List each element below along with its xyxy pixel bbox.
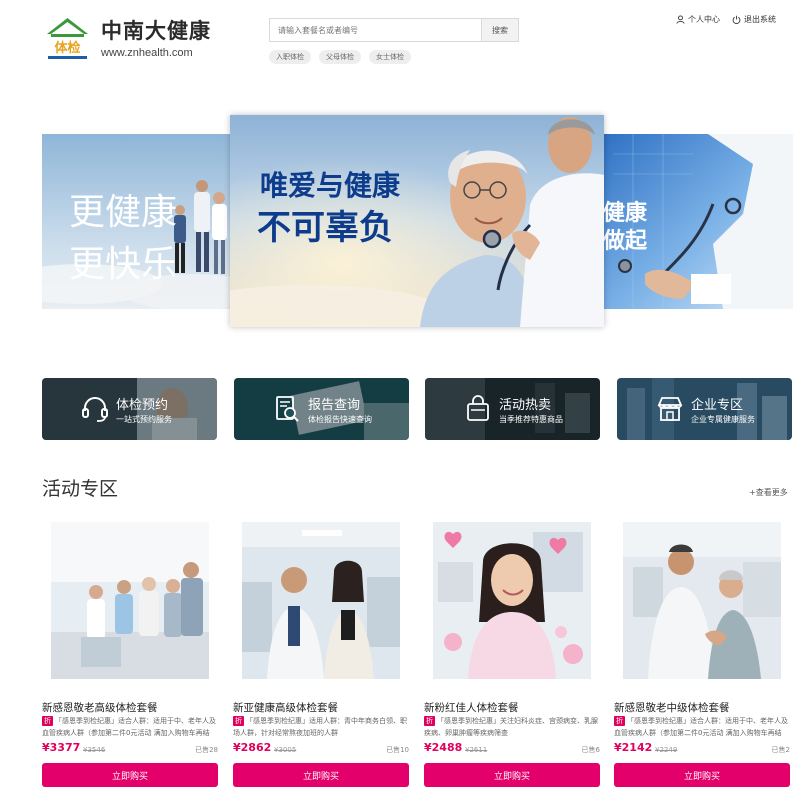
- profile-link[interactable]: 个人中心: [676, 14, 720, 25]
- product-sold-count: 已售10: [386, 746, 409, 754]
- product-price: ¥3377: [42, 741, 81, 754]
- service-subtitle: 当季推荐特惠商品: [499, 415, 563, 424]
- brand: 中南大健康 www.znhealth.com: [101, 16, 211, 59]
- banner-slide-left[interactable]: 更健康 更快乐: [42, 134, 232, 309]
- user-icon: [676, 15, 685, 24]
- service-card-hot-sale[interactable]: 活动热卖 当季推荐特惠商品: [425, 378, 600, 440]
- product-image[interactable]: [623, 522, 781, 679]
- banner-main-line1: 唯爱与健康: [260, 169, 401, 202]
- product-sold-count: 已售6: [581, 746, 600, 754]
- brand-url: www.znhealth.com: [101, 47, 193, 59]
- banner-right-line1: 健康: [603, 200, 648, 226]
- buy-now-button[interactable]: 立即购买: [42, 763, 218, 787]
- product-price: ¥2488: [424, 741, 463, 754]
- buy-now-button[interactable]: 立即购买: [233, 763, 409, 787]
- product-name[interactable]: 新感恩敬老中级体检套餐: [614, 700, 730, 715]
- service-subtitle: 一站式预约服务: [116, 415, 172, 424]
- power-icon: [732, 15, 741, 24]
- logout-link-label: 退出系统: [744, 15, 776, 24]
- discount-badge: 折: [42, 716, 53, 726]
- product-sold-count: 已售28: [195, 746, 218, 754]
- user-links: 个人中心 退出系统: [676, 14, 776, 25]
- search-bar: 搜索: [269, 18, 519, 42]
- product-image[interactable]: [433, 522, 591, 679]
- product-desc-text: 「感恩季到检纪惠」关注妇科炎症、宫颈病变、乳腺疾病、卵巢肿瘤等疾病筛查: [424, 717, 598, 737]
- service-title: 报告查询: [308, 398, 361, 413]
- banner-left-line1: 更健康: [69, 192, 177, 233]
- product-desc-text: 「感恩季到检纪惠」适合人群：适用于中、老年人及血管疾病人群（参加第二件0元活动 …: [614, 717, 788, 737]
- product-original-price: ¥2249: [655, 746, 678, 754]
- brand-name: 中南大健康: [101, 19, 211, 43]
- service-subtitle: 企业专属健康服务: [691, 415, 755, 424]
- profile-link-label: 个人中心: [688, 15, 720, 24]
- banner-left-line2: 更快乐: [69, 244, 177, 285]
- banner-main-line2: 不可辜负: [257, 208, 393, 248]
- product-desc: 折「感恩季到检纪惠」关注妇科炎症、宫颈病变、乳腺疾病、卵巢肿瘤等疾病筛查: [424, 715, 600, 739]
- banner-slide-right[interactable]: 健康 做起: [603, 134, 793, 309]
- product-price: ¥2142: [614, 741, 653, 754]
- headset-icon: [82, 397, 108, 422]
- service-title: 体检预约: [116, 398, 169, 413]
- service-card-enterprise[interactable]: 企业专区 企业专属健康服务: [617, 378, 792, 440]
- view-more-link[interactable]: +查看更多: [749, 487, 788, 498]
- shopping-bag-icon: [467, 395, 489, 421]
- service-subtitle: 体检报告快速查询: [308, 415, 372, 424]
- discount-badge: 折: [233, 716, 244, 726]
- product-original-price: ¥3546: [83, 746, 106, 754]
- hot-tags: 入职体检 父母体检 女士体检: [269, 50, 411, 64]
- product-original-price: ¥2611: [465, 746, 488, 754]
- buy-now-button[interactable]: 立即购买: [614, 763, 790, 787]
- service-card-booking[interactable]: 体检预约 一站式预约服务: [42, 378, 217, 440]
- product-desc: 折「感恩季到检纪惠」适合人群：适用于中、老年人及血管疾病人群（参加第二件0元活动…: [614, 715, 790, 739]
- report-search-icon: [276, 396, 299, 422]
- product-name[interactable]: 新感恩敬老高级体检套餐: [42, 700, 158, 715]
- banner-carousel: 更健康 更快乐 健康 做起 唯爱与健康 不可辜负: [0, 115, 801, 330]
- product-name[interactable]: 新粉红佳人体检套餐: [424, 700, 519, 715]
- buy-now-button[interactable]: 立即购买: [424, 763, 600, 787]
- banner-right-line2: 做起: [603, 228, 648, 254]
- search-input[interactable]: [269, 18, 481, 42]
- logout-link[interactable]: 退出系统: [732, 14, 776, 25]
- product-image[interactable]: [242, 522, 400, 679]
- discount-badge: 折: [614, 716, 625, 726]
- brand-logo[interactable]: 体检: [45, 16, 90, 61]
- product-original-price: ¥3005: [274, 746, 297, 754]
- hot-tag[interactable]: 入职体检: [269, 50, 311, 64]
- hot-tag[interactable]: 女士体检: [369, 50, 411, 64]
- service-cards: 体检预约 一站式预约服务 报告查询 体检报告快速查询 活动热卖 当季推荐特惠商品…: [42, 378, 792, 440]
- store-icon: [657, 397, 683, 421]
- product-desc: 折「感恩季到检纪惠」适合人群：适用于中、老年人及血管疾病人群（参加第二件0元活动…: [42, 715, 218, 739]
- service-title: 企业专区: [691, 398, 744, 413]
- product-desc: 折「感恩季到检纪惠」适用人群：青中年商务白领、职场人群，针对经常熬夜加班的人群: [233, 715, 409, 739]
- service-card-report[interactable]: 报告查询 体检报告快速查询: [234, 378, 409, 440]
- hot-tag[interactable]: 父母体检: [319, 50, 361, 64]
- product-desc-text: 「感恩季到检纪惠」适合人群：适用于中、老年人及血管疾病人群（参加第二件0元活动 …: [42, 717, 216, 737]
- product-sold-count: 已售2: [771, 746, 790, 754]
- product-name[interactable]: 新亚健康高级体检套餐: [233, 700, 338, 715]
- banner-slide-main[interactable]: 唯爱与健康 不可辜负: [230, 115, 604, 327]
- product-desc-text: 「感恩季到检纪惠」适用人群：青中年商务白领、职场人群，针对经常熬夜加班的人群: [233, 717, 407, 737]
- search-button[interactable]: 搜索: [481, 18, 519, 42]
- logo-text: 体检: [54, 40, 80, 56]
- service-title: 活动热卖: [499, 398, 552, 413]
- section-title: 活动专区: [42, 478, 119, 500]
- product-image[interactable]: [51, 522, 209, 679]
- product-price: ¥2862: [233, 741, 272, 754]
- discount-badge: 折: [424, 716, 435, 726]
